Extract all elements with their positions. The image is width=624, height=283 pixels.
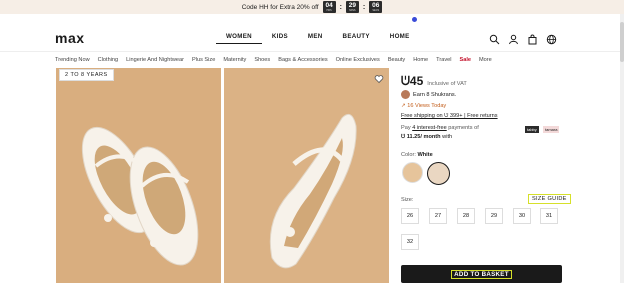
- price-block: ᕫ45 Inclusive of VAT: [401, 74, 467, 89]
- add-to-basket-label: ADD TO BASKET: [451, 269, 512, 279]
- subnav-bags-accessories[interactable]: Bags & Accessories: [278, 57, 327, 63]
- site-logo[interactable]: max: [55, 30, 85, 46]
- countdown-separator: :: [339, 3, 342, 11]
- size-option-30[interactable]: 30: [513, 208, 531, 224]
- add-to-basket-button[interactable]: ADD TO BASKET: [401, 265, 562, 283]
- earn-text: Earn 8 Shukrans.: [413, 91, 457, 98]
- promo-text: Code HH for Extra 20% off: [241, 3, 319, 11]
- countdown-separator: :: [362, 3, 366, 11]
- bag-icon[interactable]: [527, 32, 538, 45]
- globe-icon[interactable]: [546, 32, 557, 45]
- countdown-minutes: 29 MINS: [345, 1, 359, 13]
- scrollbar-thumb[interactable]: [620, 22, 624, 62]
- size-option-28[interactable]: 28: [457, 208, 475, 224]
- shukran-icon: [401, 90, 410, 99]
- countdown-hours: 04 HRS: [322, 1, 336, 13]
- subnav-online-exclusives[interactable]: Online Exclusives: [336, 57, 380, 63]
- installment-line: Pay 4 interest-free payments of: [401, 125, 479, 131]
- subnav-maternity[interactable]: Maternity: [223, 57, 246, 63]
- size-option-29[interactable]: 29: [485, 208, 503, 224]
- tabby-logo[interactable]: tabby: [525, 126, 539, 133]
- subnav-lingerie[interactable]: Lingerie And Nightwear: [126, 57, 184, 63]
- subnav-beauty[interactable]: Beauty: [388, 57, 405, 63]
- subnav-plus-size[interactable]: Plus Size: [192, 57, 215, 63]
- subnav-more[interactable]: More: [479, 57, 492, 63]
- nav-men[interactable]: MEN: [298, 33, 333, 44]
- installment-link[interactable]: 4 interest-free: [412, 125, 447, 131]
- subnav-travel[interactable]: Travel: [436, 57, 451, 63]
- subnav-clothing[interactable]: Clothing: [98, 57, 119, 63]
- promo-bar: Code HH for Extra 20% off 04 HRS : 29 MINS…: [0, 0, 624, 14]
- color-label: Color: White: [401, 152, 433, 158]
- color-swatch-beige[interactable]: [402, 162, 423, 183]
- price-amount: ᕫ45: [401, 74, 424, 88]
- trend-arrow-icon: ↗: [401, 103, 406, 109]
- nav-women[interactable]: WOMEN: [216, 33, 262, 44]
- user-icon[interactable]: [508, 32, 519, 45]
- size-label: Size:: [401, 197, 414, 203]
- size-option-32[interactable]: 32: [401, 234, 419, 250]
- color-swatch-white[interactable]: [427, 162, 450, 185]
- color-value: White: [417, 152, 433, 158]
- installment-amount: ᕫ 11.25/ month with: [401, 134, 453, 140]
- site-header: max WOMEN KIDS MEN BEAUTY HOME: [0, 24, 624, 52]
- nav-home[interactable]: HOME: [380, 33, 420, 44]
- category-nav: Trending Now Clothing Lingerie And Night…: [55, 57, 492, 63]
- size-option-27[interactable]: 27: [429, 208, 447, 224]
- shukran-earn: Earn 8 Shukrans.: [401, 90, 456, 99]
- size-option-26[interactable]: 26: [401, 208, 419, 224]
- search-icon[interactable]: [489, 32, 500, 45]
- vat-note: Inclusive of VAT: [427, 81, 467, 87]
- nav-kids[interactable]: KIDS: [262, 33, 298, 44]
- product-image-side[interactable]: [224, 68, 389, 283]
- subnav-sale[interactable]: Sale: [460, 57, 472, 63]
- tamara-logo[interactable]: tamara: [543, 126, 560, 133]
- subnav-trending-now[interactable]: Trending Now: [55, 57, 90, 63]
- heart-icon[interactable]: [374, 71, 384, 84]
- subnav-shoes[interactable]: Shoes: [254, 57, 270, 63]
- age-badge: 2 TO 8 YEARS: [59, 69, 114, 81]
- product-image-front[interactable]: [56, 68, 221, 283]
- main-nav: WOMEN KIDS MEN BEAUTY HOME: [216, 33, 420, 44]
- size-guide-link[interactable]: SIZE GUIDE: [528, 194, 571, 204]
- subnav-home[interactable]: Home: [413, 57, 428, 63]
- nav-beauty[interactable]: BEAUTY: [333, 33, 380, 44]
- countdown-seconds: 06 SECS: [369, 1, 383, 13]
- shipping-info-link[interactable]: Free shipping on ᕫ 399+ | Free returns: [401, 113, 498, 120]
- header-icons: [489, 32, 557, 45]
- views-today: ↗ 16 Views Today: [401, 103, 447, 109]
- size-option-31[interactable]: 31: [540, 208, 558, 224]
- cursor-dot: [412, 17, 417, 22]
